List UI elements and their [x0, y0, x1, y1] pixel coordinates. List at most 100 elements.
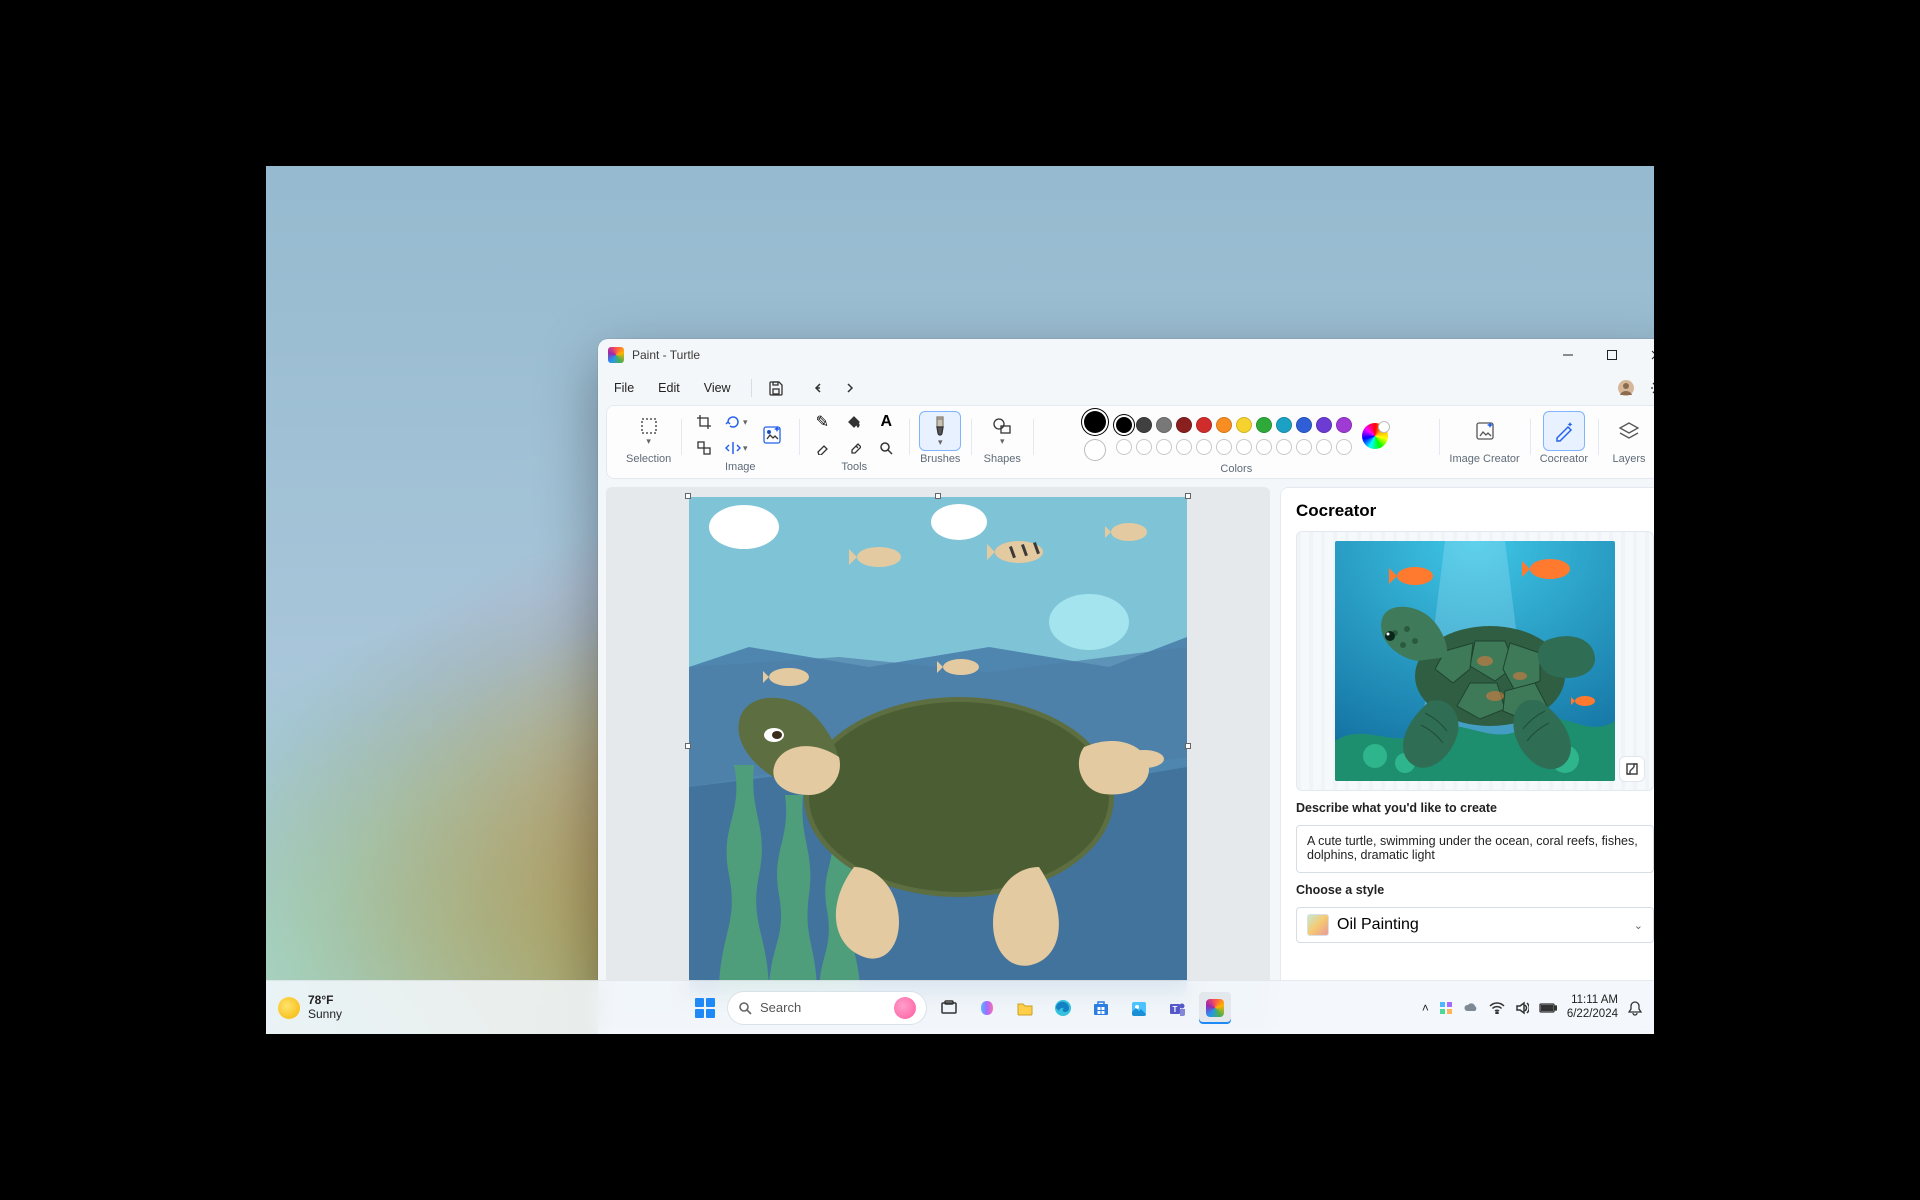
weather-widget[interactable]: 78°F Sunny [278, 994, 342, 1020]
style-thumb-icon [1307, 914, 1329, 936]
flip-tool[interactable]: ▾ [723, 437, 749, 459]
onedrive-icon[interactable] [1463, 1002, 1479, 1014]
color-swatch-empty[interactable] [1236, 439, 1252, 455]
paint-taskbar-button[interactable] [1199, 992, 1231, 1024]
color-primary[interactable] [1084, 411, 1106, 433]
paint-app-icon [608, 347, 624, 363]
image-generate-tool[interactable] [755, 415, 789, 455]
color-swatch[interactable] [1256, 417, 1272, 433]
edge-button[interactable] [1047, 992, 1079, 1024]
ribbon-label-image: Image [725, 461, 756, 473]
ribbon-group-image: ▾ ▾ Image [681, 411, 799, 475]
expand-preview-button[interactable] [1619, 756, 1645, 782]
ribbon-label-cocreator: Cocreator [1540, 453, 1588, 465]
color-swatch[interactable] [1196, 417, 1212, 433]
color-swatch-empty[interactable] [1316, 439, 1332, 455]
text-tool[interactable]: A [873, 411, 899, 433]
menu-view[interactable]: View [694, 377, 741, 399]
undo-button[interactable] [804, 374, 832, 402]
tray-copilot-icon[interactable] [1439, 1001, 1453, 1015]
wifi-icon[interactable] [1489, 1002, 1505, 1014]
cocreator-preview [1296, 531, 1654, 791]
volume-icon[interactable] [1515, 1001, 1529, 1015]
selection-tool[interactable]: ▾ [628, 411, 670, 451]
describe-label: Describe what you'd like to create [1296, 801, 1654, 815]
user-account-icon[interactable] [1612, 374, 1640, 402]
copilot-button[interactable] [971, 992, 1003, 1024]
titlebar: Paint - Turtle [598, 339, 1678, 371]
color-swatch[interactable] [1276, 417, 1292, 433]
ribbon-group-cocreator: Cocreator [1530, 411, 1598, 475]
resize-tool[interactable] [691, 437, 717, 459]
notifications-button[interactable] [1628, 1000, 1642, 1016]
minimize-button[interactable] [1546, 339, 1590, 371]
color-swatch[interactable] [1156, 417, 1172, 433]
fill-tool[interactable] [841, 411, 867, 433]
taskbar-search[interactable]: Search [727, 991, 927, 1025]
brushes-dropdown[interactable]: ▾ [919, 411, 961, 451]
save-button[interactable] [762, 374, 790, 402]
magnifier-tool[interactable] [873, 437, 899, 459]
prompt-input[interactable]: A cute turtle, swimming under the ocean,… [1296, 825, 1654, 873]
maximize-button[interactable] [1590, 339, 1634, 371]
color-swatch-empty[interactable] [1276, 439, 1292, 455]
color-swatch-empty[interactable] [1256, 439, 1272, 455]
search-icon [738, 1001, 752, 1015]
color-swatch[interactable] [1296, 417, 1312, 433]
cocreator-title: Cocreator [1296, 501, 1654, 521]
cocreator-button[interactable] [1543, 411, 1585, 451]
ribbon-label-tools: Tools [841, 461, 867, 473]
style-value: Oil Painting [1337, 916, 1419, 934]
color-swatch-empty[interactable] [1296, 439, 1312, 455]
task-view-button[interactable] [933, 992, 965, 1024]
pencil-tool[interactable]: ✎ [809, 411, 835, 433]
workarea: Cocreator [598, 479, 1678, 1027]
color-swatch[interactable] [1176, 417, 1192, 433]
color-swatch-empty[interactable] [1216, 439, 1232, 455]
menubar: File Edit View [598, 371, 1678, 405]
color-swatch[interactable] [1236, 417, 1252, 433]
image-creator-button[interactable] [1464, 411, 1506, 451]
color-swatch-empty[interactable] [1156, 439, 1172, 455]
rotate-tool[interactable]: ▾ [723, 411, 749, 433]
layers-button[interactable] [1608, 411, 1650, 451]
color-swatch[interactable] [1336, 417, 1352, 433]
system-tray: ˄ 11:11 AM 6/22/2024 [1422, 994, 1642, 1020]
crop-tool[interactable] [691, 411, 717, 433]
tray-overflow-button[interactable]: ˄ [1422, 1001, 1429, 1015]
color-swatch[interactable] [1136, 417, 1152, 433]
menu-file[interactable]: File [604, 377, 644, 399]
store-button[interactable] [1085, 992, 1117, 1024]
menu-edit[interactable]: Edit [648, 377, 690, 399]
shapes-dropdown[interactable]: ▾ [981, 411, 1023, 451]
teams-button[interactable]: T [1161, 992, 1193, 1024]
canvas[interactable] [689, 497, 1187, 995]
color-swatch-empty[interactable] [1116, 439, 1132, 455]
color-swatch[interactable] [1316, 417, 1332, 433]
color-swatch[interactable] [1116, 417, 1132, 433]
start-button[interactable] [689, 992, 721, 1024]
style-label: Choose a style [1296, 883, 1654, 897]
redo-button[interactable] [836, 374, 864, 402]
battery-icon[interactable] [1539, 1003, 1557, 1013]
photos-button[interactable] [1123, 992, 1155, 1024]
ribbon-group-tools: ✎ A Tools [799, 411, 909, 475]
taskbar: 78°F Sunny Search T ˄ [266, 980, 1654, 1034]
canvas-viewport[interactable] [606, 487, 1270, 1027]
color-swatch-empty[interactable] [1196, 439, 1212, 455]
color-swatch-empty[interactable] [1176, 439, 1192, 455]
color-palette [1116, 417, 1352, 455]
color-picker-tool[interactable] [841, 437, 867, 459]
explorer-button[interactable] [1009, 992, 1041, 1024]
style-dropdown[interactable]: Oil Painting ⌄ [1296, 907, 1654, 943]
color-swatch-empty[interactable] [1336, 439, 1352, 455]
ribbon-label-colors: Colors [1220, 463, 1252, 475]
eraser-tool[interactable] [809, 437, 835, 459]
color-secondary[interactable] [1084, 439, 1106, 461]
edit-colors-button[interactable] [1362, 423, 1388, 449]
color-swatch-empty[interactable] [1136, 439, 1152, 455]
color-swatch[interactable] [1216, 417, 1232, 433]
clock[interactable]: 11:11 AM 6/22/2024 [1567, 994, 1618, 1020]
ribbon-group-colors: Colors [1033, 411, 1439, 475]
weather-condition: Sunny [308, 1008, 342, 1021]
